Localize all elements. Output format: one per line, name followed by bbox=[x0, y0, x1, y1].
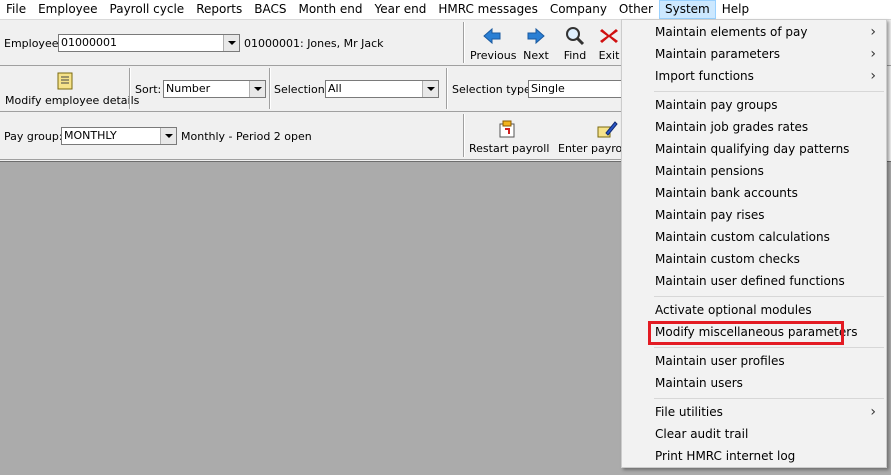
menu-item-maintain-custom-checks[interactable]: Maintain custom checks bbox=[622, 248, 886, 270]
menu-item-maintain-parameters[interactable]: Maintain parameters bbox=[622, 43, 886, 65]
menu-item-maintain-job-grades-rates[interactable]: Maintain job grades rates bbox=[622, 116, 886, 138]
system-menu-dropdown: Maintain elements of pay Maintain parame… bbox=[621, 19, 887, 468]
employee-combo[interactable]: 01000001 bbox=[58, 34, 240, 52]
toolbar-separator bbox=[463, 22, 465, 63]
sort-combo-value: Number bbox=[166, 82, 211, 95]
previous-label: Previous bbox=[470, 49, 517, 62]
menu-other[interactable]: Other bbox=[613, 0, 659, 19]
next-label: Next bbox=[523, 49, 549, 62]
pencil-icon bbox=[596, 119, 618, 139]
menu-separator bbox=[654, 296, 884, 297]
selection-combo-value: All bbox=[328, 82, 342, 95]
selection-label: Selection: bbox=[274, 83, 329, 96]
toolbar-separator bbox=[446, 68, 448, 109]
enter-payroll-label: Enter payrol bbox=[558, 142, 621, 155]
menu-system[interactable]: System bbox=[659, 0, 716, 19]
modify-employee-details-button[interactable]: Modify employee details bbox=[5, 71, 139, 107]
menu-item-maintain-qualifying-day-patterns[interactable]: Maintain qualifying day patterns bbox=[622, 138, 886, 160]
menu-item-maintain-user-defined-functions[interactable]: Maintain user defined functions bbox=[622, 270, 886, 292]
restart-payroll-label: Restart payroll bbox=[469, 142, 550, 155]
menu-item-maintain-pensions[interactable]: Maintain pensions bbox=[622, 160, 886, 182]
close-icon bbox=[598, 26, 620, 46]
exit-label: Exit bbox=[598, 49, 620, 62]
arrow-right-icon bbox=[525, 26, 547, 46]
menu-item-print-hmrc-internet-log[interactable]: Print HMRC internet log bbox=[622, 445, 886, 467]
menu-separator bbox=[654, 347, 884, 348]
employee-description: 01000001: Jones, Mr Jack bbox=[244, 37, 384, 50]
employee-label: Employee: bbox=[4, 37, 63, 50]
menu-reports[interactable]: Reports bbox=[190, 0, 248, 19]
period-status: Monthly - Period 2 open bbox=[181, 130, 312, 143]
menu-item-maintain-bank-accounts[interactable]: Maintain bank accounts bbox=[622, 182, 886, 204]
restart-payroll-button[interactable]: Restart payroll bbox=[469, 119, 549, 155]
menu-hmrc-messages[interactable]: HMRC messages bbox=[432, 0, 544, 19]
menu-item-file-utilities[interactable]: File utilities bbox=[622, 401, 886, 423]
sort-label: Sort: bbox=[135, 83, 162, 96]
chevron-down-icon[interactable] bbox=[249, 81, 265, 97]
chevron-down-icon[interactable] bbox=[223, 35, 239, 51]
menu-bar: File Employee Payroll cycle Reports BACS… bbox=[0, 0, 891, 19]
find-button[interactable]: Find bbox=[560, 26, 590, 62]
selection-type-combo-value: Single bbox=[531, 82, 565, 95]
menu-file[interactable]: File bbox=[0, 0, 32, 19]
menu-item-import-functions[interactable]: Import functions bbox=[622, 65, 886, 87]
restart-payroll-icon bbox=[496, 119, 518, 139]
menu-item-maintain-pay-groups[interactable]: Maintain pay groups bbox=[622, 94, 886, 116]
selection-type-label: Selection type: bbox=[452, 83, 535, 96]
selection-combo[interactable]: All bbox=[325, 80, 439, 98]
sort-combo[interactable]: Number bbox=[163, 80, 266, 98]
chevron-down-icon[interactable] bbox=[422, 81, 438, 97]
menu-item-maintain-pay-rises[interactable]: Maintain pay rises bbox=[622, 204, 886, 226]
menu-item-maintain-custom-calculations[interactable]: Maintain custom calculations bbox=[622, 226, 886, 248]
find-label: Find bbox=[563, 49, 587, 62]
exit-button[interactable]: Exit bbox=[597, 26, 621, 62]
magnifier-icon bbox=[564, 26, 586, 46]
menu-payroll-cycle[interactable]: Payroll cycle bbox=[104, 0, 191, 19]
employee-combo-value: 01000001 bbox=[61, 36, 117, 49]
pay-group-combo[interactable]: MONTHLY bbox=[61, 127, 177, 145]
menu-item-maintain-user-profiles[interactable]: Maintain user profiles bbox=[622, 350, 886, 372]
highlight-box bbox=[648, 321, 844, 345]
menu-month-end[interactable]: Month end bbox=[292, 0, 368, 19]
menu-separator bbox=[654, 398, 884, 399]
pay-group-combo-value: MONTHLY bbox=[64, 129, 117, 142]
toolbar-separator bbox=[463, 114, 465, 157]
arrow-left-icon bbox=[481, 26, 503, 46]
menu-bacs[interactable]: BACS bbox=[248, 0, 292, 19]
modify-employee-details-label: Modify employee details bbox=[5, 94, 140, 107]
menu-item-maintain-elements-of-pay[interactable]: Maintain elements of pay bbox=[622, 21, 886, 43]
next-button[interactable]: Next bbox=[520, 26, 552, 62]
toolbar-separator bbox=[269, 68, 271, 109]
menu-help[interactable]: Help bbox=[716, 0, 755, 19]
enter-payroll-button[interactable]: Enter payrol bbox=[558, 119, 621, 155]
selection-type-combo[interactable]: Single bbox=[528, 80, 628, 98]
menu-item-clear-audit-trail[interactable]: Clear audit trail bbox=[622, 423, 886, 445]
menu-company[interactable]: Company bbox=[544, 0, 613, 19]
menu-year-end[interactable]: Year end bbox=[369, 0, 433, 19]
toolbar-separator bbox=[129, 68, 131, 109]
menu-employee[interactable]: Employee bbox=[32, 0, 103, 19]
menu-item-activate-optional-modules[interactable]: Activate optional modules bbox=[622, 299, 886, 321]
menu-item-maintain-users[interactable]: Maintain users bbox=[622, 372, 886, 394]
document-icon bbox=[54, 71, 76, 91]
previous-button[interactable]: Previous bbox=[470, 26, 517, 62]
menu-separator bbox=[654, 91, 884, 92]
chevron-down-icon[interactable] bbox=[160, 128, 176, 144]
pay-group-label: Pay group: bbox=[4, 130, 63, 143]
